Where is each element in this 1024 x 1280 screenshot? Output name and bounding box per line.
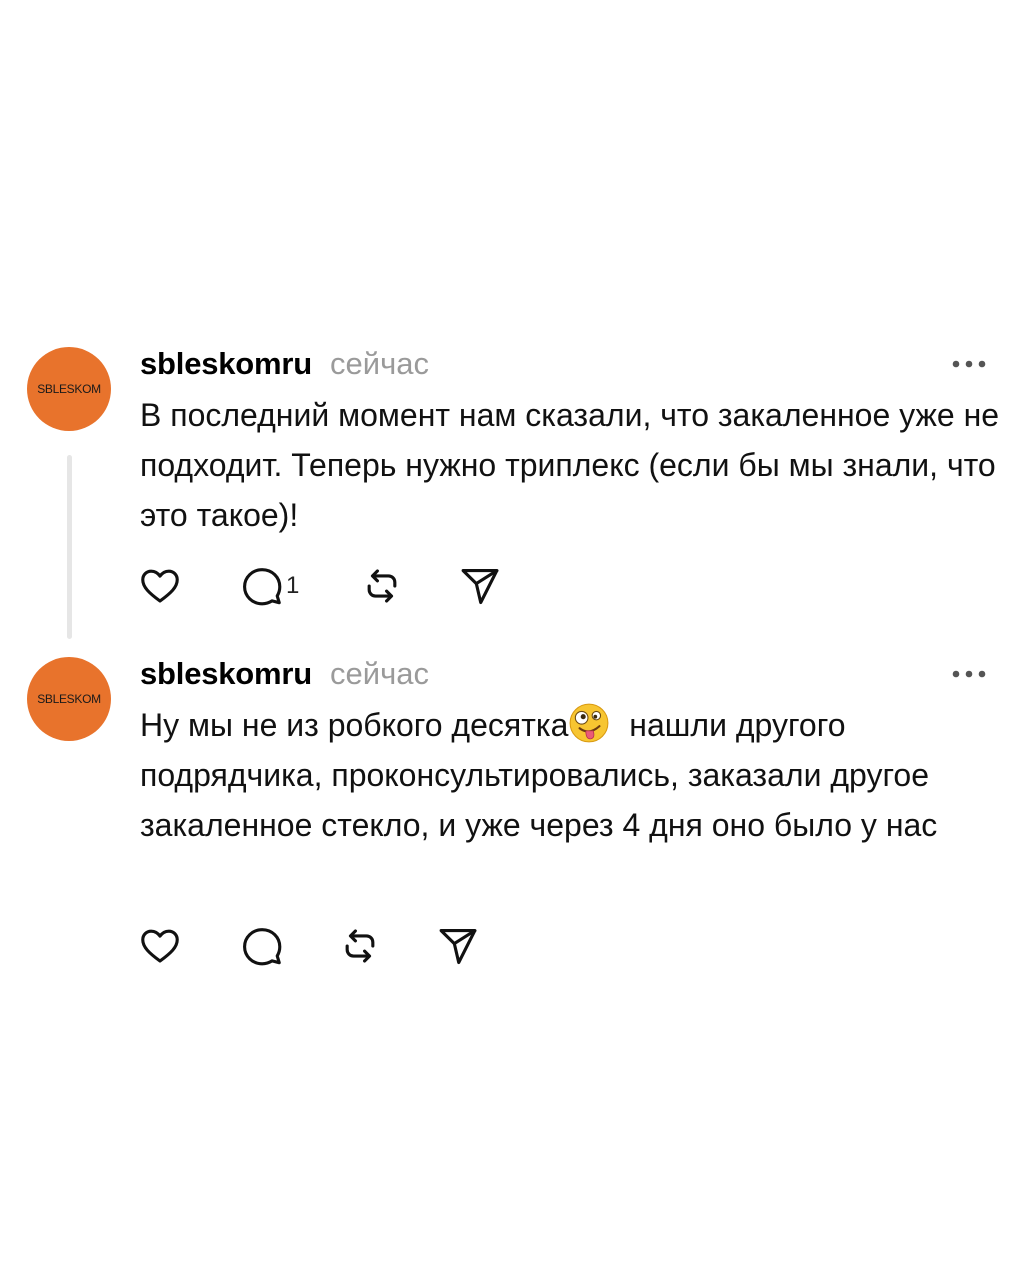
send-icon bbox=[461, 569, 499, 605]
timestamp: сейчас bbox=[330, 346, 429, 381]
post-header: sbleskomru сейчас bbox=[140, 656, 429, 696]
timestamp: сейчас bbox=[330, 656, 429, 691]
repost-button[interactable] bbox=[360, 564, 458, 608]
thread-line bbox=[67, 455, 72, 639]
post: SBLESKOM sbleskomru сейчас Ну мы не из р… bbox=[0, 650, 1024, 980]
like-button[interactable] bbox=[138, 564, 240, 608]
reply-button[interactable]: 1 bbox=[240, 564, 360, 608]
reply-button[interactable] bbox=[240, 924, 338, 968]
share-button[interactable] bbox=[436, 924, 496, 968]
send-icon bbox=[439, 929, 477, 965]
username[interactable]: sbleskomru bbox=[140, 346, 312, 382]
post-text: Ну мы не из робкого десятка нашли другог… bbox=[140, 700, 1010, 850]
repost-button[interactable] bbox=[338, 924, 436, 968]
reply-count: 1 bbox=[286, 572, 300, 599]
avatar-logo-text: SBLESKOM bbox=[37, 692, 101, 706]
avatar[interactable]: SBLESKOM bbox=[27, 347, 111, 431]
repost-icon bbox=[367, 569, 397, 603]
post-actions bbox=[138, 924, 496, 968]
heart-icon bbox=[141, 569, 179, 603]
more-options-icon[interactable] bbox=[952, 670, 986, 678]
like-button[interactable] bbox=[138, 924, 240, 968]
avatar-logo-text: SBLESKOM bbox=[37, 382, 101, 396]
username[interactable]: sbleskomru bbox=[140, 656, 312, 692]
more-options-icon[interactable] bbox=[952, 360, 986, 368]
avatar[interactable]: SBLESKOM bbox=[27, 657, 111, 741]
post-actions: 1 bbox=[138, 564, 518, 608]
comment-bubble-icon bbox=[243, 928, 282, 966]
repost-icon bbox=[345, 929, 375, 963]
share-button[interactable] bbox=[458, 564, 518, 608]
comment-bubble-icon bbox=[243, 568, 282, 606]
heart-icon bbox=[141, 929, 179, 963]
zany-face-emoji bbox=[569, 703, 609, 743]
post: SBLESKOM sbleskomru сейчас В последний м… bbox=[0, 340, 1024, 640]
post-text: В последний момент нам сказали, что зака… bbox=[140, 397, 1000, 533]
post-text-part: Ну мы не из робкого десятка bbox=[140, 707, 569, 743]
post-header: sbleskomru сейчас bbox=[140, 346, 429, 386]
